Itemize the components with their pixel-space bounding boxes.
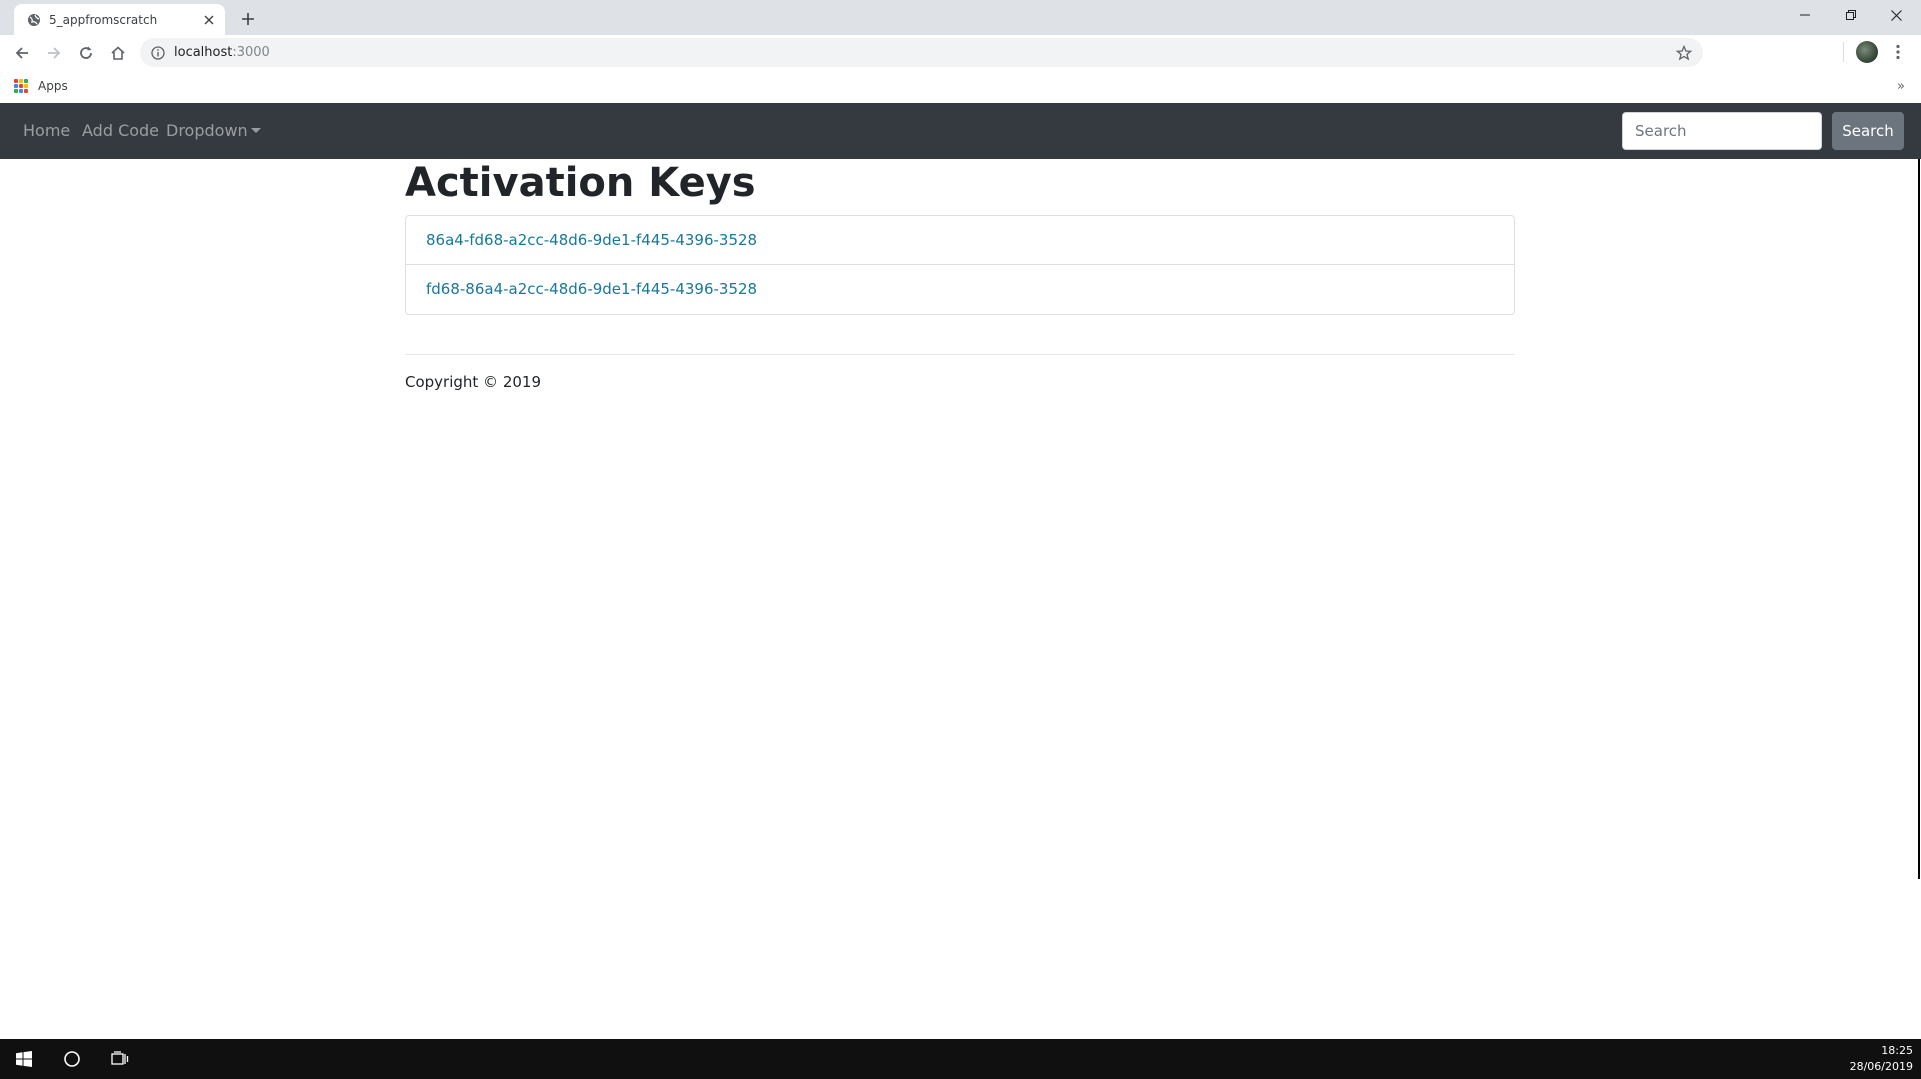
more-menu-icon[interactable] bbox=[1888, 41, 1908, 63]
footer-copyright: Copyright © 2019 bbox=[405, 373, 542, 391]
search-input[interactable] bbox=[1622, 112, 1822, 150]
forward-arrow-icon[interactable] bbox=[40, 39, 68, 67]
globe-icon bbox=[26, 12, 42, 28]
nav-dropdown-label: Dropdown bbox=[166, 121, 248, 140]
windows-taskbar: 18:25 28/06/2019 bbox=[0, 1039, 1921, 1079]
reload-icon[interactable] bbox=[72, 39, 100, 67]
activation-key-link[interactable]: 86a4-fd68-a2cc-48d6-9de1-f445-4396-3528 bbox=[406, 216, 1514, 265]
apps-grid-icon[interactable] bbox=[14, 79, 28, 93]
new-tab-button[interactable] bbox=[236, 7, 260, 31]
profile-avatar[interactable] bbox=[1856, 41, 1878, 63]
close-tab-icon[interactable] bbox=[201, 12, 217, 28]
tab-title: 5_appfromscratch bbox=[49, 12, 158, 27]
search-button[interactable]: Search bbox=[1832, 112, 1904, 150]
apps-bookmark[interactable]: Apps bbox=[38, 79, 68, 93]
nav-dropdown[interactable]: Dropdown bbox=[166, 103, 261, 159]
windows-start-icon[interactable] bbox=[0, 1039, 48, 1079]
nav-link-add-code[interactable]: Add Code bbox=[82, 103, 159, 159]
browser-tab[interactable]: 5_appfromscratch bbox=[14, 4, 225, 35]
bookmarks-bar: Apps » bbox=[0, 71, 1921, 101]
home-icon[interactable] bbox=[104, 39, 132, 67]
bookmarks-overflow-icon[interactable]: » bbox=[1897, 79, 1905, 94]
activation-key-list: 86a4-fd68-a2cc-48d6-9de1-f445-4396-3528 … bbox=[405, 215, 1515, 315]
task-view-icon[interactable] bbox=[96, 1039, 144, 1079]
cortana-search-icon[interactable] bbox=[48, 1039, 96, 1079]
browser-toolbar: localhost:3000 Apps » bbox=[0, 35, 1921, 103]
info-icon[interactable] bbox=[150, 45, 166, 61]
minimize-icon[interactable] bbox=[1782, 0, 1827, 30]
page-title: Activation Keys bbox=[405, 160, 756, 206]
window-edge bbox=[1918, 159, 1920, 879]
activation-key-link[interactable]: fd68-86a4-a2cc-48d6-9de1-f445-4396-3528 bbox=[406, 265, 1514, 314]
url-port: :3000 bbox=[232, 45, 270, 60]
address-bar[interactable]: localhost:3000 bbox=[140, 38, 1703, 67]
browser-tab-strip: 5_appfromscratch bbox=[0, 0, 1921, 35]
caret-down-icon bbox=[250, 128, 261, 133]
nav-link-home[interactable]: Home bbox=[23, 103, 70, 159]
url-host: localhost bbox=[174, 45, 233, 60]
footer-divider bbox=[405, 354, 1515, 355]
app-navbar: Home Add Code Dropdown Search bbox=[0, 103, 1921, 159]
url-text: localhost:3000 bbox=[174, 45, 270, 60]
system-clock[interactable]: 18:25 28/06/2019 bbox=[1850, 1043, 1913, 1075]
back-arrow-icon[interactable] bbox=[8, 39, 36, 67]
close-window-icon[interactable] bbox=[1874, 0, 1919, 30]
bookmark-star-icon[interactable] bbox=[1675, 44, 1693, 62]
toolbar-separator bbox=[1843, 42, 1844, 62]
clock-date: 28/06/2019 bbox=[1849, 1060, 1913, 1073]
restore-icon[interactable] bbox=[1828, 0, 1873, 30]
clock-time: 18:25 bbox=[1881, 1044, 1913, 1057]
